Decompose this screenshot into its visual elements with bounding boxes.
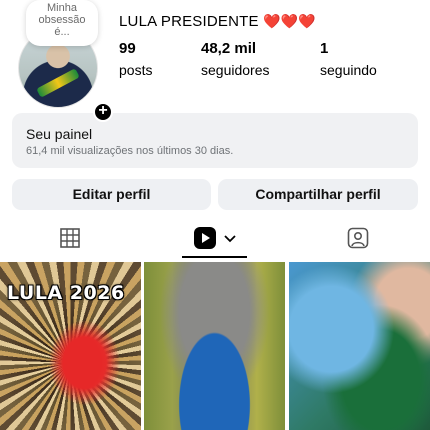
- post-overlay-text: LULA 2026: [7, 282, 125, 304]
- tab-reels[interactable]: [182, 218, 247, 258]
- stat-following[interactable]: 1 seguindo: [320, 40, 377, 78]
- dashboard-subtitle: 61,4 mil visualizações nos últimos 30 di…: [26, 145, 234, 157]
- stat-posts[interactable]: 99 posts: [119, 40, 152, 78]
- stat-following-label: seguindo: [320, 62, 377, 78]
- tagged-icon: [347, 227, 369, 249]
- tab-grid[interactable]: [40, 218, 100, 258]
- avatar-sash: [36, 68, 80, 98]
- stat-followers-label: seguidores: [201, 62, 270, 78]
- tab-tagged[interactable]: [328, 218, 388, 258]
- heart-emoji: ❤️❤️❤️: [263, 13, 316, 29]
- profile-name: LULA PRESIDENTE ❤️❤️❤️: [119, 13, 316, 30]
- dashboard-panel[interactable]: Seu painel 61,4 mil visualizações nos úl…: [12, 113, 418, 168]
- stat-posts-label: posts: [119, 62, 153, 78]
- chevron-down-icon: [223, 235, 236, 243]
- grid-icon: [60, 228, 80, 248]
- post-thumbnail[interactable]: [289, 262, 430, 430]
- profile-name-text: LULA PRESIDENTE: [119, 13, 259, 30]
- note-text: Minha obsessão é...: [38, 2, 86, 38]
- add-story-icon[interactable]: +: [93, 102, 113, 122]
- stat-following-value: 1: [320, 40, 329, 57]
- stat-posts-value: 99: [119, 40, 136, 57]
- dashboard-title: Seu painel: [26, 126, 93, 142]
- post-grid: LULA 2026: [0, 262, 430, 430]
- reels-icon: [193, 227, 216, 249]
- note-bubble[interactable]: Minha obsessão é...: [26, 0, 98, 46]
- stat-followers-value: 48,2 mil: [201, 40, 257, 57]
- share-profile-button[interactable]: Compartilhar perfil: [218, 179, 418, 210]
- profile-tabs: [0, 218, 430, 258]
- edit-profile-button[interactable]: Editar perfil: [12, 179, 211, 210]
- stat-followers[interactable]: 48,2 mil seguidores: [201, 40, 270, 78]
- tab-active-indicator: [182, 256, 247, 258]
- post-thumbnail[interactable]: [144, 262, 285, 430]
- post-thumbnail[interactable]: LULA 2026: [0, 262, 141, 430]
